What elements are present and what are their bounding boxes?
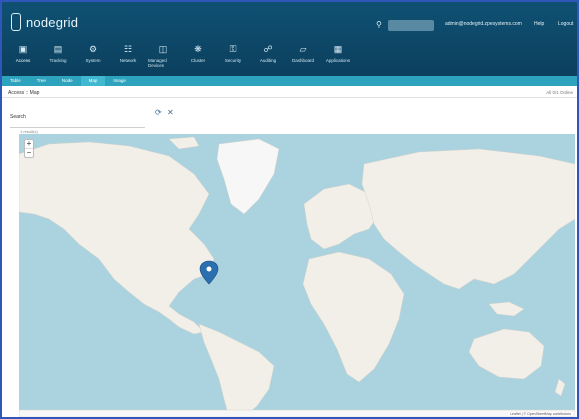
- asia-landmass: [361, 148, 575, 290]
- logout-link[interactable]: Logout: [558, 21, 573, 27]
- logo[interactable]: nodegrid: [11, 13, 78, 31]
- nav-item-label: Auditing: [259, 58, 277, 63]
- app-window: nodegrid ⚲ admin@nodegrid.zpesystems.com…: [0, 0, 579, 419]
- nav-item-label: Managed Devices: [148, 58, 167, 68]
- help-link[interactable]: Help: [534, 21, 544, 27]
- nav-item-network[interactable]: ☷ Network: [113, 45, 143, 71]
- australia-landmass: [468, 328, 545, 380]
- map-tiles: [19, 136, 575, 417]
- global-search-input[interactable]: [388, 20, 434, 31]
- tab-node[interactable]: Node: [54, 76, 81, 86]
- device-location-marker[interactable]: [199, 260, 219, 285]
- nav-item-label: Security: [224, 58, 242, 63]
- nav-item-tracking[interactable]: ▤ Tracking: [43, 45, 73, 71]
- nav-item-security[interactable]: ⚿ Security: [218, 45, 248, 71]
- devices-icon: ◫: [158, 44, 168, 54]
- north-america-landmass: [19, 141, 215, 335]
- nav-item-cluster[interactable]: ❋ Cluster: [183, 45, 213, 71]
- arctic-islands: [168, 136, 200, 150]
- indonesia-landmass: [488, 301, 525, 317]
- nav-item-label: Cluster: [190, 58, 206, 63]
- tab-map[interactable]: Map: [80, 76, 106, 86]
- south-america-landmass: [198, 323, 275, 417]
- nav-item-managed-devices[interactable]: ◫ Managed Devices: [148, 45, 178, 71]
- new-zealand-landmass: [554, 378, 566, 397]
- gear-icon: ⚙: [88, 44, 98, 54]
- nav-item-label: Access: [15, 58, 31, 63]
- apps-icon: ▦: [333, 44, 343, 54]
- top-bar: nodegrid ⚲ admin@nodegrid.zpesystems.com…: [2, 2, 577, 76]
- search-label: Search: [10, 114, 26, 120]
- dashboard-icon: ▱: [299, 44, 307, 54]
- nav-item-label: Dashboard: [291, 58, 314, 63]
- zoom-out-button[interactable]: −: [25, 148, 33, 157]
- tab-table[interactable]: Table: [2, 76, 29, 86]
- tab-tree[interactable]: Tree: [29, 76, 54, 86]
- close-icon[interactable]: ✕: [167, 108, 174, 117]
- breadcrumb: Access :: Map: [8, 90, 40, 96]
- nav-item-label: System: [85, 58, 101, 63]
- logo-mark-icon: [11, 13, 21, 31]
- chart-icon: ▤: [53, 44, 63, 54]
- lock-icon: ⚿: [229, 44, 237, 54]
- nav-item-applications[interactable]: ▦ Applications: [323, 45, 353, 71]
- map-attribution[interactable]: Leaflet | © OpenStreetMap contributors: [508, 412, 573, 416]
- shield-icon: ☍: [263, 44, 273, 54]
- greenland-landmass: [216, 138, 280, 215]
- nav-item-label: Tracking: [49, 58, 67, 63]
- zoom-in-button[interactable]: +: [25, 140, 33, 148]
- cluster-icon: ❋: [194, 44, 202, 54]
- user-menu[interactable]: admin@nodegrid.zpesystems.com: [445, 21, 522, 27]
- zoom-control: + −: [24, 139, 34, 158]
- search-input[interactable]: [10, 121, 145, 128]
- nav-item-label: Applications: [325, 58, 351, 63]
- sub-nav: Table Tree Node Map Image: [2, 76, 577, 86]
- monitor-icon: ▣: [18, 44, 28, 54]
- status-summary: All 0/1 Online: [546, 90, 573, 95]
- network-icon: ☷: [123, 44, 133, 54]
- nav-item-dashboard[interactable]: ▱ Dashboard: [288, 45, 318, 71]
- logo-text: nodegrid: [26, 14, 79, 30]
- search-icon[interactable]: ⚲: [376, 20, 382, 29]
- nav-item-access[interactable]: ▣ Access: [8, 45, 38, 71]
- antarctica-landmass: [19, 409, 575, 417]
- africa-landmass: [302, 251, 405, 383]
- tab-image[interactable]: Image: [105, 76, 134, 86]
- world-map[interactable]: + − Leaflet | © OpenStreetMap contributo…: [19, 134, 575, 417]
- nav-item-system[interactable]: ⚙ System: [78, 45, 108, 71]
- breadcrumb-bar: Access :: Map All 0/1 Online: [2, 88, 577, 98]
- main-nav: ▣ Access ▤ Tracking ⚙ System ☷ Network ◫…: [8, 45, 358, 71]
- nav-item-auditing[interactable]: ☍ Auditing: [253, 45, 283, 71]
- refresh-icon[interactable]: ⟳: [155, 108, 162, 117]
- nav-item-label: Network: [119, 58, 137, 63]
- search-row: Search: [2, 106, 577, 130]
